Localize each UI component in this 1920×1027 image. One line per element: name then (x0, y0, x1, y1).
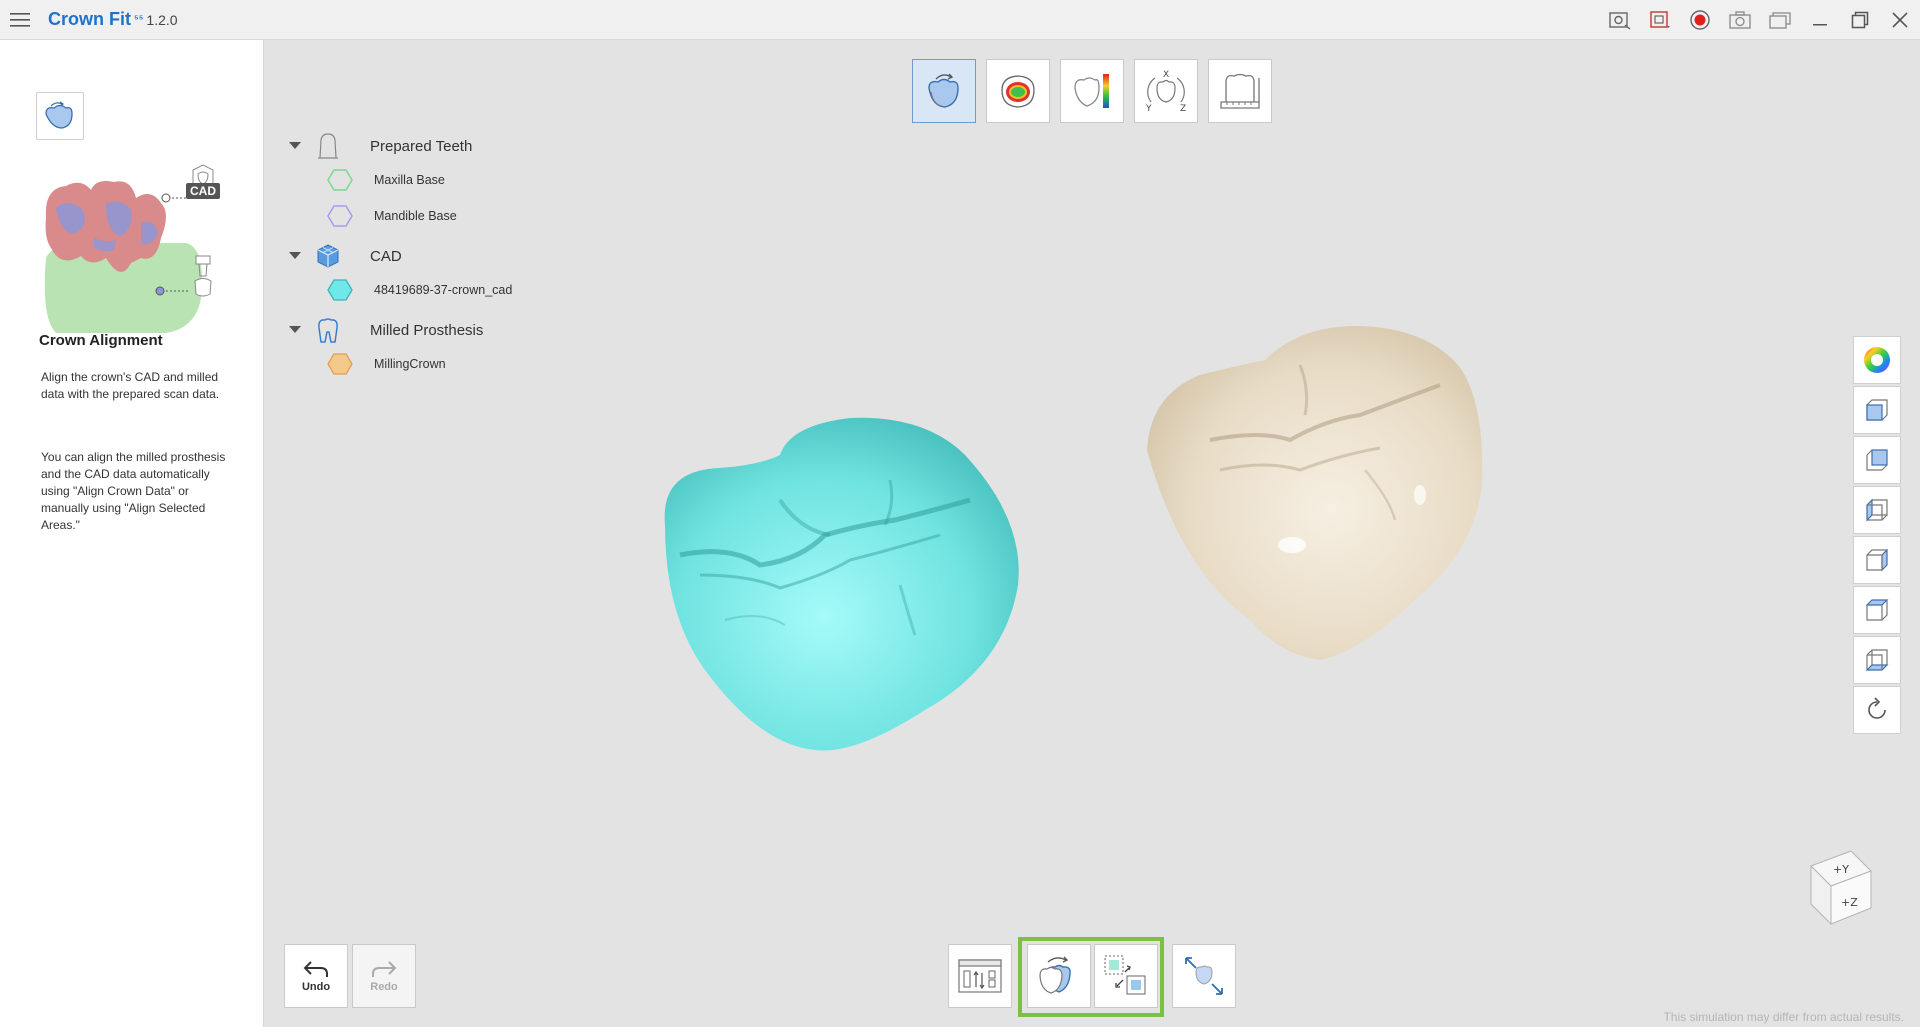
front-view-icon[interactable] (1853, 386, 1901, 434)
panel-description: Align the crown's CAD and milled data wi… (41, 370, 220, 401)
top-view-icon[interactable] (1853, 586, 1901, 634)
cad-badge: CAD (186, 183, 220, 199)
tree-group-label: CAD (370, 247, 402, 265)
color-scale-tool-button[interactable] (1060, 59, 1124, 123)
svg-text:Y: Y (1145, 104, 1152, 114)
restore-icon[interactable] (1840, 0, 1880, 40)
tree-item-crown-cad[interactable]: 48419689-37-crown_cad (286, 272, 546, 308)
crown-alignment-tool-button[interactable] (912, 59, 976, 123)
data-tree: Prepared Teeth Maxilla Base Mandible Bas… (286, 130, 546, 382)
left-view-icon[interactable] (1853, 486, 1901, 534)
collapse-caret-icon[interactable] (286, 240, 304, 272)
menu-icon[interactable] (0, 0, 40, 40)
tree-group-label: Prepared Teeth (370, 137, 473, 155)
measure-tool-button[interactable] (1208, 59, 1272, 123)
screen-icon[interactable] (1640, 0, 1680, 40)
hexagon-filled-icon (326, 350, 354, 378)
tree-item-mandible-base[interactable]: Mandible Base (286, 198, 546, 234)
tree-group-label: Milled Prosthesis (370, 321, 484, 339)
record-icon[interactable] (1680, 0, 1720, 40)
hexagon-outline-icon (326, 166, 354, 194)
top-toolbar: X Y Z (912, 59, 1272, 123)
undo-icon (303, 961, 328, 977)
back-view-icon[interactable] (1853, 436, 1901, 484)
expand-tool-button[interactable] (1172, 944, 1236, 1008)
panel-title: Crown Alignment (39, 332, 163, 349)
tree-group-cad[interactable]: CAD (286, 240, 546, 272)
redo-button[interactable]: Redo (352, 944, 416, 1008)
axis-orientation-tool-button[interactable]: X Y Z (1134, 59, 1198, 123)
orientation-z-label: +Z (1841, 896, 1858, 909)
orientation-y-label: +Y (1833, 863, 1849, 876)
tree-item-maxilla-base[interactable]: Maxilla Base (286, 162, 546, 198)
guide-panel: CAD Crown Alignment Align the crown's CA… (0, 40, 264, 1027)
contact-map-tool-button[interactable] (986, 59, 1050, 123)
undo-label: Undo (301, 981, 331, 993)
title-bar: Crown Fit ⁵⁵ 1.2.0 (0, 0, 1920, 40)
crown-alignment-illustration (44, 164, 214, 333)
title-tools (1600, 0, 1920, 40)
milled-prosthesis-icon (310, 314, 346, 346)
align-tools-highlight (1018, 937, 1164, 1017)
simulation-disclaimer: This simulation may differ from actual r… (1663, 1010, 1904, 1024)
collapse-caret-icon[interactable] (286, 314, 304, 346)
tree-item-label: Maxilla Base (374, 173, 445, 187)
hexagon-outline-icon (326, 202, 354, 230)
crown-alignment-mode-icon (36, 92, 84, 140)
orientation-cube[interactable]: +Y +Z (1806, 846, 1876, 926)
app-name: Crown Fit (48, 9, 131, 29)
app-logo-mark: ⁵⁵ (134, 14, 144, 25)
close-icon[interactable] (1880, 0, 1920, 40)
redo-label: Redo (370, 981, 398, 993)
cad-cube-icon (310, 240, 346, 272)
undo-button[interactable]: Undo (284, 944, 348, 1008)
capture-icon[interactable] (1600, 0, 1640, 40)
color-wheel-icon[interactable] (1853, 336, 1901, 384)
tree-item-label: MillingCrown (374, 357, 446, 371)
data-list-tool-button[interactable] (948, 944, 1012, 1008)
window-icon[interactable] (1760, 0, 1800, 40)
svg-text:X: X (1163, 70, 1169, 80)
tree-item-label: 48419689-37-crown_cad (374, 283, 513, 297)
svg-text:Z: Z (1180, 104, 1186, 114)
tree-item-milling-crown[interactable]: MillingCrown (286, 346, 546, 382)
camera-icon[interactable] (1720, 0, 1760, 40)
reset-view-icon[interactable] (1853, 686, 1901, 734)
minimize-icon[interactable] (1800, 0, 1840, 40)
tree-group-milled-prosthesis[interactable]: Milled Prosthesis (286, 314, 546, 346)
bottom-view-icon[interactable] (1853, 636, 1901, 684)
milled-crown-model[interactable] (1140, 320, 1540, 670)
right-view-icon[interactable] (1853, 536, 1901, 584)
view-toolbar (1853, 336, 1901, 734)
cad-crown-model[interactable] (640, 410, 1040, 760)
panel-description-secondary: You can align the milled prosthesis and … (41, 450, 226, 532)
redo-icon (372, 961, 397, 977)
prepared-teeth-icon (310, 130, 346, 162)
app-version: 1.2.0 (146, 11, 178, 28)
tree-group-prepared-teeth[interactable]: Prepared Teeth (286, 130, 546, 162)
collapse-caret-icon[interactable] (286, 130, 304, 162)
tree-item-label: Mandible Base (374, 209, 457, 223)
hexagon-filled-icon (326, 276, 354, 304)
